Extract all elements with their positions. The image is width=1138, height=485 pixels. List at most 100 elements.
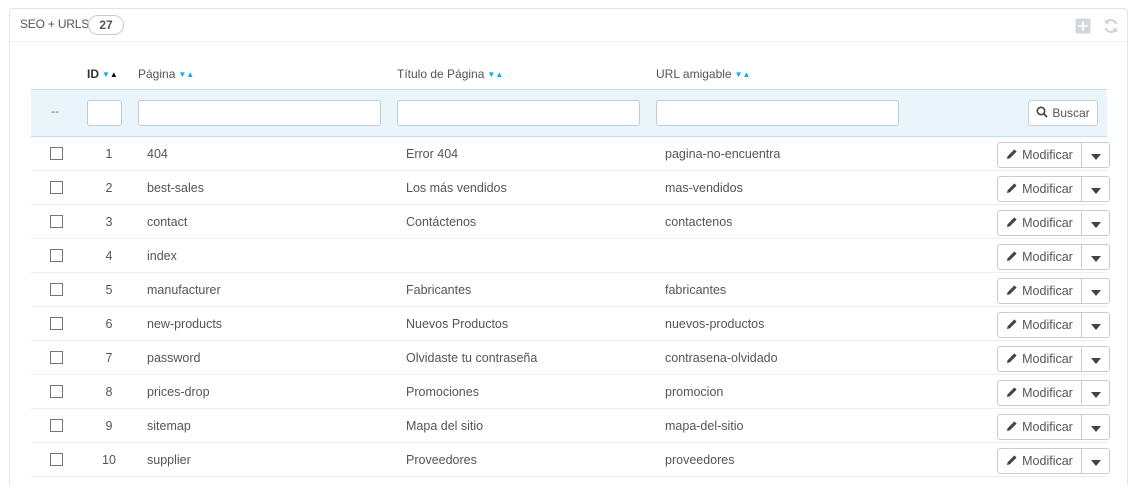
cell-page: contact [147,215,188,229]
edit-button[interactable]: Modificar [997,210,1082,236]
edit-button[interactable]: Modificar [997,448,1082,474]
pencil-icon [1006,284,1018,299]
row-dropdown-toggle[interactable] [1082,278,1110,304]
row-checkbox[interactable] [50,453,63,466]
sort-icon[interactable]: ▼▲ [735,70,751,79]
cell-id: 3 [105,215,113,229]
search-button[interactable]: Buscar [1028,100,1098,126]
panel-title: SEO + URLS [20,17,90,31]
cell-id: 9 [105,419,113,433]
cell-id: 4 [105,249,113,263]
table-row: 3 contact Contáctenos contactenos Modifi… [31,205,1110,239]
table-row: 4 index Modificar [31,239,1110,273]
row-actions: Modificar [997,244,1110,270]
add-icon[interactable] [1075,18,1091,34]
row-dropdown-toggle[interactable] [1082,448,1110,474]
sort-icon[interactable]: ▼▲ [178,70,194,79]
row-actions: Modificar [997,312,1110,338]
row-dropdown-toggle[interactable] [1082,244,1110,270]
row-actions: Modificar [997,448,1110,474]
filter-page-input[interactable] [138,100,381,126]
table-body: 1 404 Error 404 pagina-no-encuentra Modi… [31,137,1110,477]
edit-button[interactable]: Modificar [997,346,1082,372]
sort-icon[interactable]: ▼▲ [102,70,118,79]
row-actions: Modificar [997,346,1110,372]
pencil-icon [1006,454,1018,469]
cell-page: index [147,249,177,263]
column-header-page: Página ▼▲ [138,67,195,81]
edit-button-label: Modificar [1022,352,1073,366]
cell-title: Error 404 [406,147,459,161]
row-dropdown-toggle[interactable] [1082,210,1110,236]
row-dropdown-toggle[interactable] [1082,346,1110,372]
cell-id: 7 [105,351,113,365]
edit-button-label: Modificar [1022,284,1073,298]
row-checkbox[interactable] [50,351,63,364]
cell-url: promocion [665,385,724,399]
edit-button[interactable]: Modificar [997,312,1082,338]
caret-down-icon [1090,182,1101,197]
edit-button-label: Modificar [1022,386,1073,400]
cell-page: new-products [147,317,223,331]
cell-title: Proveedores [406,453,477,467]
row-dropdown-toggle[interactable] [1082,142,1110,168]
caret-down-icon [1090,420,1101,435]
cell-id: 10 [102,453,116,467]
row-actions: Modificar [997,176,1110,202]
row-checkbox[interactable] [50,181,63,194]
pencil-icon [1006,250,1018,265]
caret-down-icon [1090,284,1101,299]
edit-button[interactable]: Modificar [997,414,1082,440]
table-row: 2 best-sales Los más vendidos mas-vendid… [31,171,1110,205]
row-checkbox[interactable] [50,385,63,398]
cell-page: 404 [147,147,168,161]
search-button-label: Buscar [1052,106,1090,120]
refresh-icon[interactable] [1103,18,1119,34]
row-checkbox[interactable] [50,283,63,296]
cell-id: 6 [105,317,113,331]
filter-url-input[interactable] [656,100,899,126]
cell-title: Nuevos Productos [406,317,509,331]
table-row: 1 404 Error 404 pagina-no-encuentra Modi… [31,137,1110,171]
cell-url: pagina-no-encuentra [665,147,781,161]
edit-button[interactable]: Modificar [997,380,1082,406]
edit-button-label: Modificar [1022,318,1073,332]
filter-title-input[interactable] [397,100,640,126]
pencil-icon [1006,420,1018,435]
row-dropdown-toggle[interactable] [1082,414,1110,440]
row-dropdown-toggle[interactable] [1082,312,1110,338]
pencil-icon [1006,182,1018,197]
row-checkbox[interactable] [50,215,63,228]
row-dropdown-toggle[interactable] [1082,176,1110,202]
table-row: 5 manufacturer Fabricantes fabricantes M… [31,273,1110,307]
filter-dash: -- [51,105,59,118]
cell-url: proveedores [665,453,735,467]
sort-icon[interactable]: ▼▲ [487,70,503,79]
row-checkbox[interactable] [50,147,63,160]
edit-button[interactable]: Modificar [997,142,1082,168]
caret-down-icon [1090,318,1101,333]
edit-button[interactable]: Modificar [997,244,1082,270]
cell-url: mas-vendidos [665,181,743,195]
cell-title: Promociones [406,385,479,399]
edit-button-label: Modificar [1022,420,1073,434]
column-header-url: URL amigable ▼▲ [656,67,751,81]
cell-title: Mapa del sitio [406,419,484,433]
table-header: ID ▼▲ Página ▼▲ Título de Página ▼▲ URL ami… [31,57,1107,89]
filter-id-input[interactable] [87,100,122,126]
cell-url: contrasena-olvidado [665,351,778,365]
edit-button-label: Modificar [1022,148,1073,162]
row-actions: Modificar [997,414,1110,440]
caret-down-icon [1090,216,1101,231]
row-actions: Modificar [997,142,1110,168]
row-checkbox[interactable] [50,317,63,330]
panel-header: SEO + URLS 27 [10,9,1127,42]
row-dropdown-toggle[interactable] [1082,380,1110,406]
edit-button[interactable]: Modificar [997,176,1082,202]
cell-title: Olvidaste tu contraseña [406,351,538,365]
cell-id: 8 [105,385,113,399]
row-checkbox[interactable] [50,419,63,432]
row-checkbox[interactable] [50,249,63,262]
edit-button[interactable]: Modificar [997,278,1082,304]
seo-urls-panel: SEO + URLS 27 ID ▼▲ Página ▼▲ Título de Pá… [9,8,1128,485]
